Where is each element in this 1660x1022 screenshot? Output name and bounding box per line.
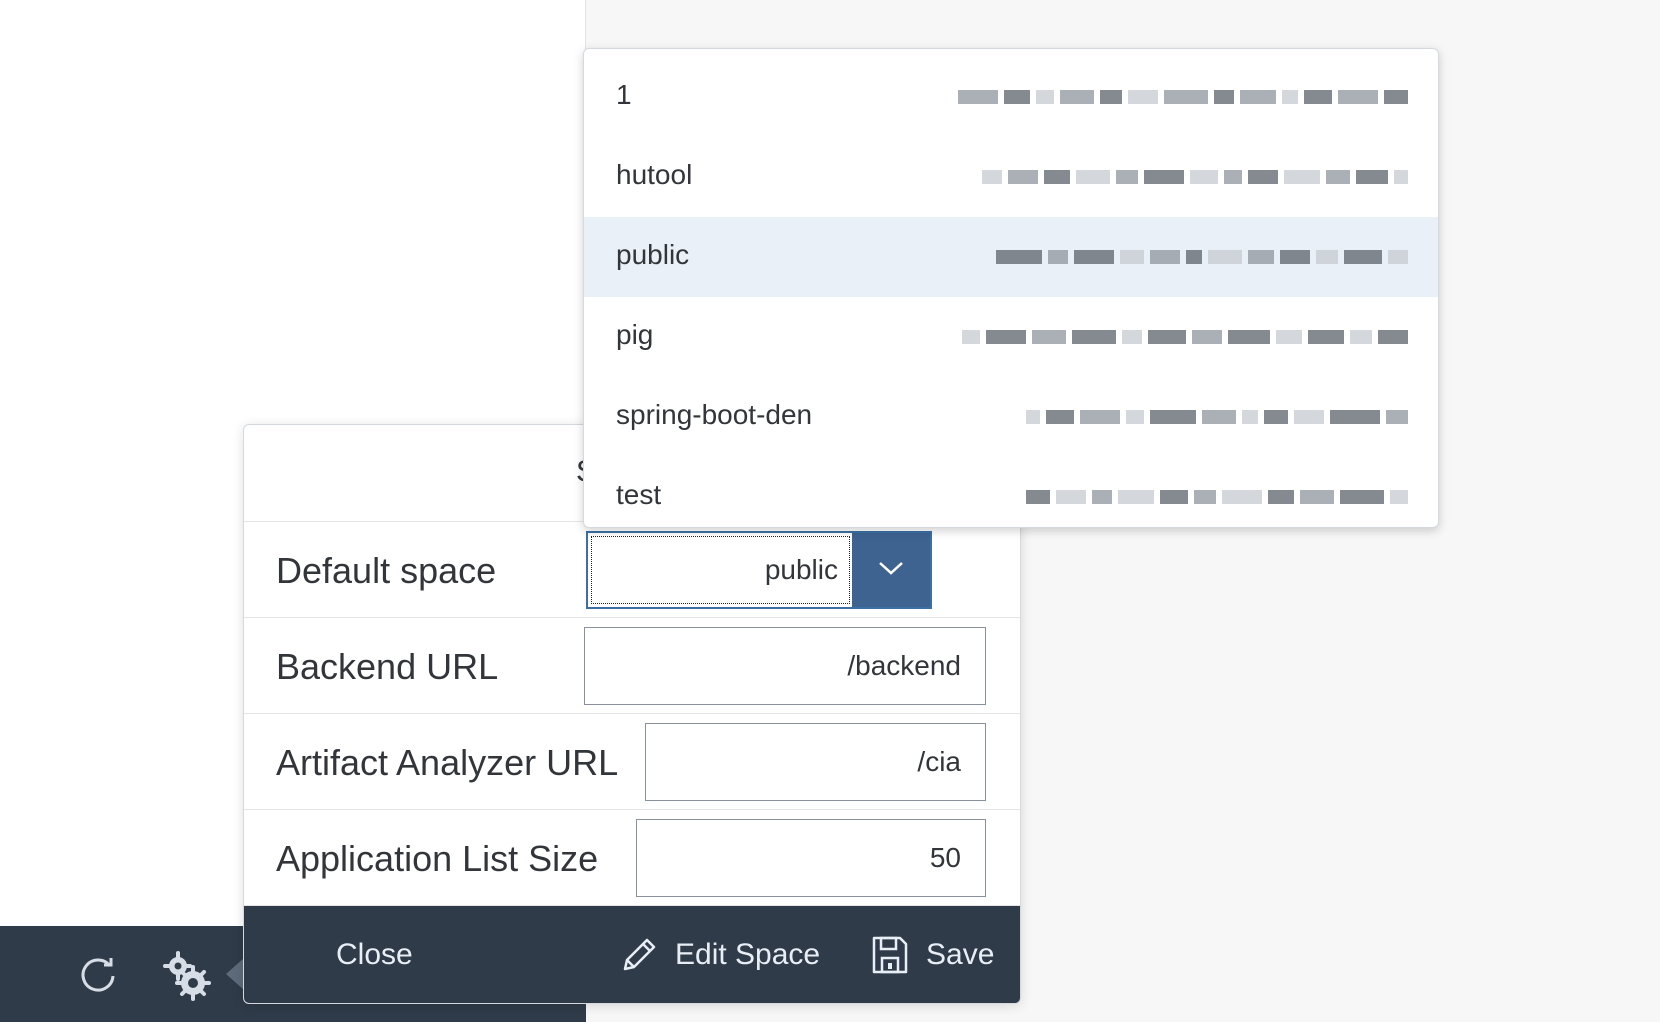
save-label: Save bbox=[926, 937, 995, 971]
artifact-analyzer-url-row: Artifact Analyzer URL bbox=[244, 714, 1020, 810]
redacted-description bbox=[879, 323, 1408, 351]
list-item-selected[interactable]: public bbox=[584, 217, 1438, 297]
redacted-description bbox=[879, 243, 1408, 271]
close-button[interactable]: Close bbox=[336, 906, 413, 1003]
backend-url-input[interactable] bbox=[584, 627, 986, 705]
redacted-description bbox=[879, 163, 1408, 191]
edit-space-button[interactable]: Edit Space bbox=[619, 906, 820, 1003]
redacted-description bbox=[879, 83, 1408, 111]
toolbar-pointer-arrow bbox=[226, 958, 244, 990]
save-button[interactable]: Save bbox=[870, 906, 994, 1003]
list-item-label: pig bbox=[616, 319, 654, 350]
settings-gear-icon[interactable] bbox=[158, 948, 214, 1004]
artifact-analyzer-url-input[interactable] bbox=[645, 723, 986, 801]
list-item-label: spring-boot-den bbox=[616, 399, 813, 430]
refresh-icon[interactable] bbox=[72, 948, 124, 1000]
dialog-footer: Close Edit Space Save bbox=[244, 906, 1020, 1003]
screen: S Default space public Backend URL bbox=[0, 0, 1660, 1022]
artifact-analyzer-url-label: Artifact Analyzer URL bbox=[276, 742, 619, 783]
list-item-label: public bbox=[616, 239, 690, 270]
list-item[interactable]: pig bbox=[584, 297, 1438, 377]
list-item[interactable]: hutool bbox=[584, 137, 1438, 217]
default-space-select[interactable]: public bbox=[586, 531, 932, 609]
list-item[interactable]: spring-boot-den bbox=[584, 377, 1438, 457]
default-space-value: public bbox=[764, 554, 838, 585]
redacted-description bbox=[879, 403, 1408, 431]
space-dropdown-list: 1 hutool public pig spring-boot-den test bbox=[583, 48, 1439, 528]
default-space-label: Default space bbox=[276, 550, 497, 591]
list-item[interactable]: 1 bbox=[584, 57, 1438, 137]
default-space-row: Default space public bbox=[244, 522, 1020, 618]
backend-url-row: Backend URL bbox=[244, 618, 1020, 714]
application-list-size-label: Application List Size bbox=[276, 838, 599, 879]
redacted-description bbox=[879, 483, 1408, 511]
chevron-down-icon bbox=[877, 559, 905, 582]
list-item-label: hutool bbox=[616, 159, 693, 190]
application-list-size-row: Application List Size bbox=[244, 810, 1020, 906]
application-list-size-input[interactable] bbox=[636, 819, 986, 897]
edit-space-label: Edit Space bbox=[675, 937, 821, 971]
list-item[interactable]: test bbox=[584, 457, 1438, 527]
pencil-icon bbox=[619, 935, 659, 975]
close-button-label: Close bbox=[336, 937, 413, 971]
list-item-label: test bbox=[616, 479, 662, 510]
save-floppy-icon bbox=[870, 934, 910, 976]
backend-url-label: Backend URL bbox=[276, 646, 499, 687]
list-item-label: 1 bbox=[616, 79, 632, 110]
dropdown-toggle-button[interactable] bbox=[852, 533, 930, 607]
